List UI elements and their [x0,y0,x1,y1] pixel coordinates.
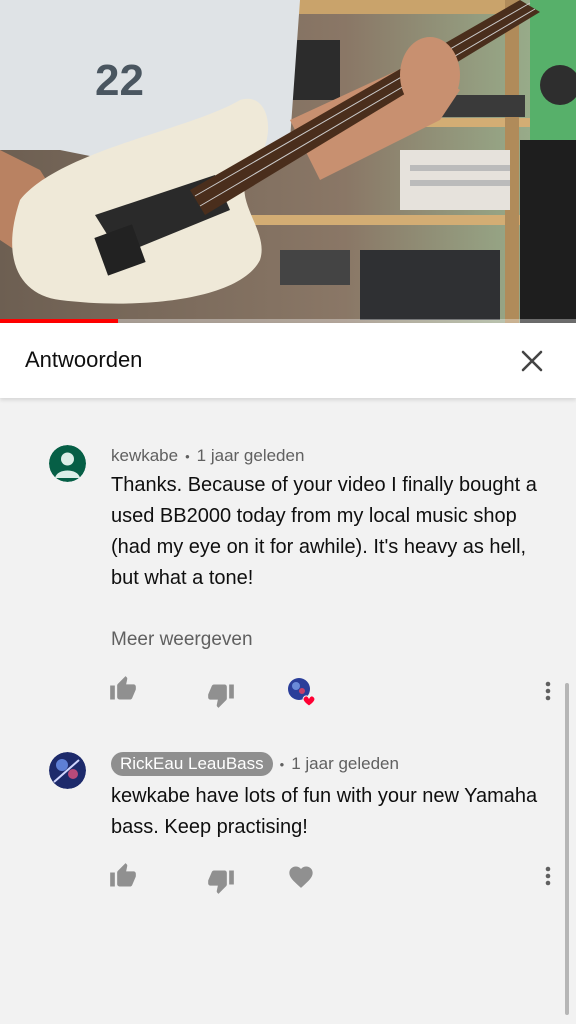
separator-dot: • [279,756,285,772]
thumbs-up-icon [110,863,136,887]
avatar[interactable] [49,445,86,482]
thumbs-down-icon [208,870,234,894]
creator-author-chip[interactable]: RickEau LeauBass [111,752,273,776]
video-player[interactable]: 22 [0,0,576,323]
more-vert-icon [545,681,551,701]
scrollbar[interactable] [565,683,569,1015]
heart-icon [289,866,313,888]
replies-header: Antwoorden [0,323,576,398]
comment-meta: RickEau LeauBass • 1 jaar geleden [111,752,399,776]
user-avatar-icon [49,445,86,482]
panel-title: Antwoorden [25,347,143,372]
dislike-button[interactable] [207,867,235,895]
creator-heart-icon [288,678,316,707]
separator-dot: • [185,448,190,464]
comment-author[interactable]: kewkabe [111,446,178,466]
creator-heart-badge [287,677,316,707]
comment-time[interactable]: 1 jaar geleden [291,754,399,774]
svg-text:22: 22 [95,56,144,105]
heart-button[interactable] [287,863,315,891]
user-avatar-icon [49,752,86,789]
dislike-button[interactable] [207,681,235,709]
close-icon [521,350,543,372]
comment-text: Thanks. Because of your video I finally … [111,474,537,589]
show-more-link[interactable]: Meer weergeven [111,629,253,651]
comment-time[interactable]: 1 jaar geleden [197,446,305,466]
comment-meta: kewkabe • 1 jaar geleden [111,446,304,466]
video-frame: 22 [0,0,576,323]
more-vert-icon [545,866,551,886]
comment-menu-button[interactable] [539,862,557,890]
like-button[interactable] [109,862,137,890]
thumbs-up-icon [110,676,136,700]
like-button[interactable] [109,675,137,703]
comment-text: kewkabe have lots of fun with your new Y… [111,785,538,838]
comment-menu-button[interactable] [539,677,557,705]
close-button[interactable] [512,341,552,381]
avatar[interactable] [49,752,86,789]
thumbs-down-icon [208,684,234,708]
